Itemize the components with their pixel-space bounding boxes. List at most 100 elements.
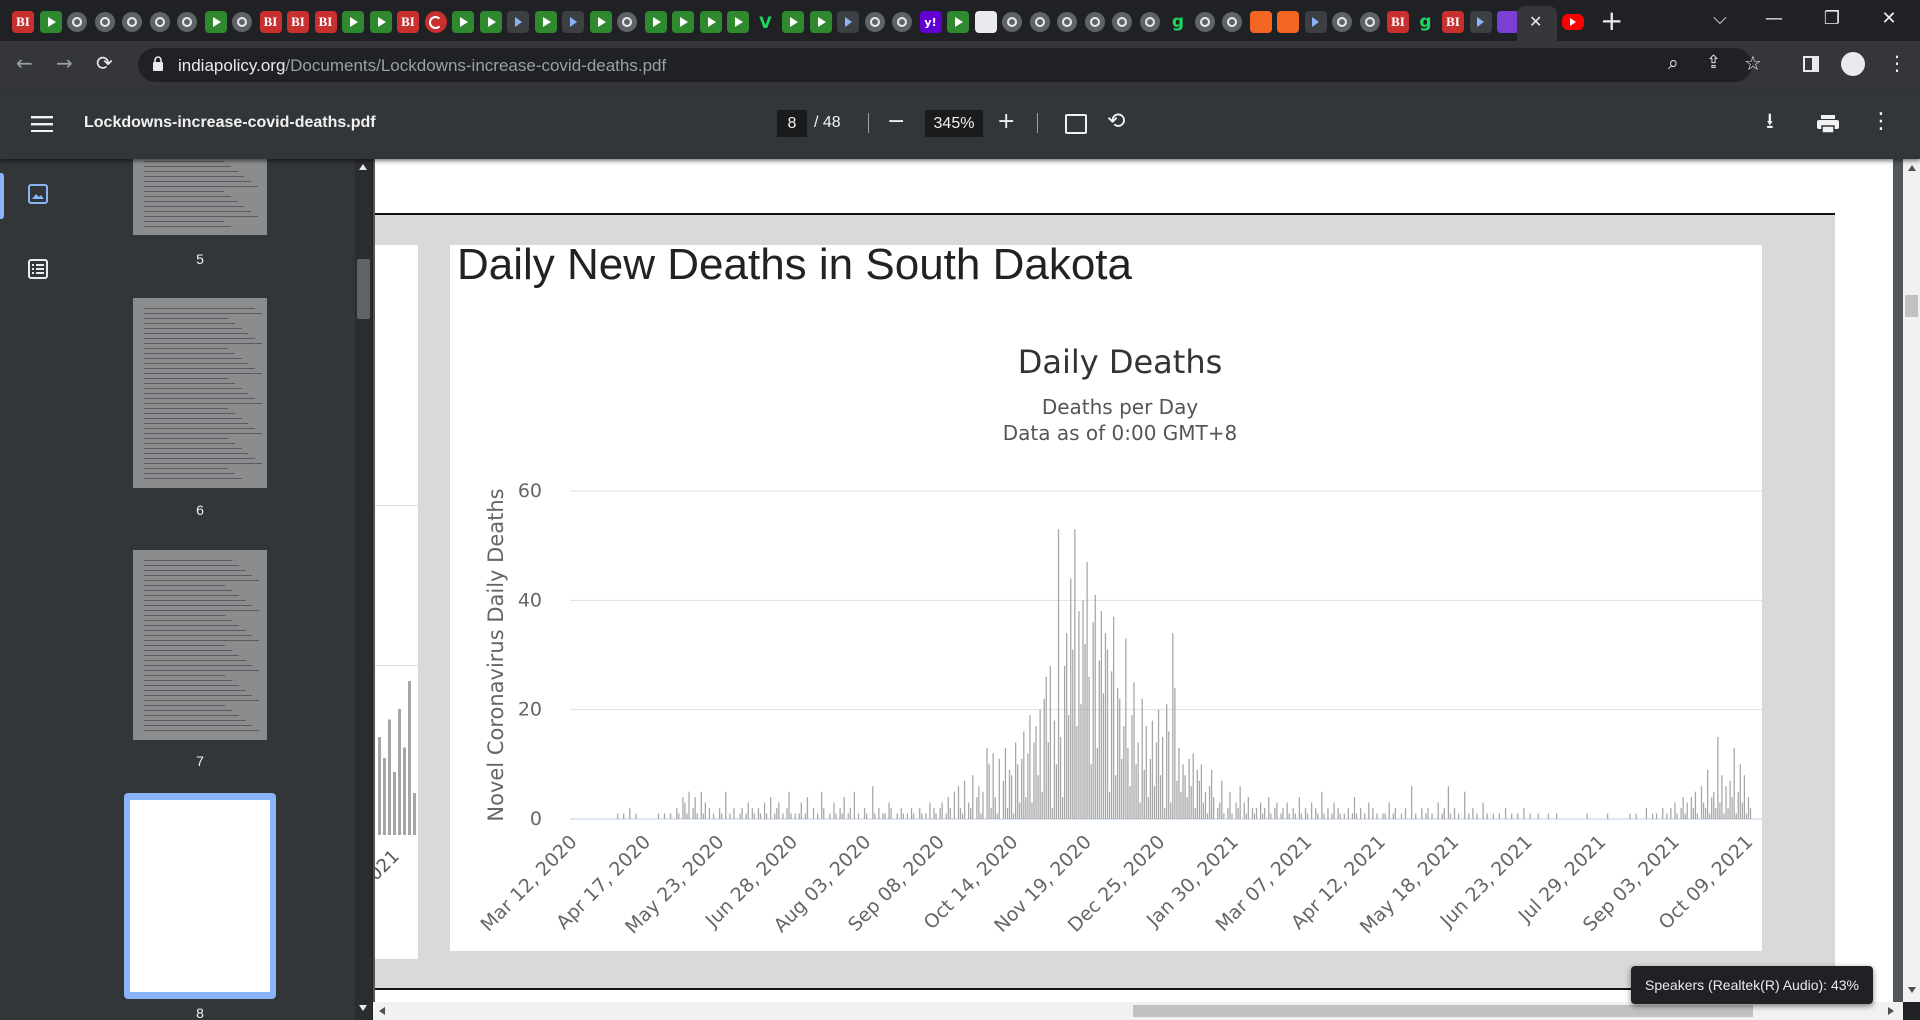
tab-favicon-bi-icon[interactable]: BI	[12, 11, 34, 33]
print-icon[interactable]	[1817, 115, 1839, 134]
tab-favicon-globe-icon[interactable]	[1359, 12, 1380, 32]
tab-search-icon[interactable]: ⌵	[1697, 0, 1743, 36]
minimize-button[interactable]: —	[1751, 0, 1797, 36]
pdf-viewer[interactable]: 021 Daily New Deaths in South Dakota Dai…	[373, 159, 1903, 1002]
tab-favicon-play-icon[interactable]	[644, 11, 667, 33]
bookmark-star-icon[interactable]: ☆	[1744, 53, 1762, 73]
download-icon[interactable]: ⭳	[1766, 111, 1774, 133]
tab-favicon-play-icon[interactable]	[204, 11, 227, 33]
active-tab[interactable]: ✕	[1517, 6, 1557, 41]
share-icon[interactable]: ⇪	[1706, 54, 1721, 72]
tab-favicon-play-icon[interactable]	[782, 11, 804, 33]
horizontal-scrollbar[interactable]	[373, 1002, 1903, 1020]
tab-favicon-play-icon[interactable]	[342, 11, 364, 33]
tab-favicon-yahoo-icon[interactable]: y!	[919, 11, 942, 33]
tab-favicon-bi-icon[interactable]: BI	[287, 11, 309, 33]
outline-tab-icon[interactable]	[28, 259, 52, 283]
tab-favicon-orange-icon[interactable]	[1277, 11, 1299, 33]
zoom-level-input[interactable]: 345%	[925, 110, 983, 137]
tab-favicon-green-icon[interactable]: g	[1415, 11, 1437, 33]
vertical-scrollbar[interactable]	[1903, 159, 1920, 1002]
tab-favicon-globe-icon[interactable]	[864, 12, 885, 32]
tab-favicon-globe-icon[interactable]	[1084, 12, 1105, 32]
tab-favicon-pearl-icon[interactable]	[974, 11, 997, 33]
tab-favicon-globe-icon[interactable]	[1029, 12, 1050, 32]
forward-icon[interactable]: →	[56, 53, 73, 73]
lock-icon[interactable]	[152, 55, 163, 71]
rotate-icon[interactable]: ⟲	[1107, 111, 1125, 133]
fit-to-page-icon[interactable]	[1065, 114, 1087, 134]
page-thumbnail[interactable]	[133, 550, 267, 740]
tab-favicon-dark-icon[interactable]	[1469, 11, 1492, 33]
tab-favicon-play-icon[interactable]	[809, 11, 832, 33]
tab-favicon-play-icon[interactable]	[947, 11, 969, 33]
restore-button[interactable]: ❐	[1809, 0, 1855, 36]
tab-favicon-globe-icon[interactable]	[1222, 12, 1242, 32]
selected-page-thumbnail[interactable]	[124, 793, 276, 999]
thumbnails-tab-icon[interactable]	[28, 184, 52, 208]
zoom-out-icon[interactable]: −	[887, 111, 905, 133]
tab-favicon-dark-icon[interactable]	[837, 11, 859, 33]
tab-favicon-play-icon[interactable]	[672, 11, 694, 33]
new-tab-button[interactable]: +	[1600, 4, 1623, 37]
tab-favicon-globe-icon[interactable]	[94, 12, 115, 32]
close-window-button[interactable]: ✕	[1866, 0, 1912, 36]
tab-favicon-globe-icon[interactable]	[1112, 12, 1132, 32]
tab-favicon-globe-icon[interactable]	[1002, 12, 1022, 32]
chart-bar	[1696, 813, 1699, 819]
tab-favicon-play-icon[interactable]	[699, 11, 722, 33]
youtube-tab-icon[interactable]	[1562, 14, 1584, 30]
close-tab-icon[interactable]: ✕	[1529, 12, 1542, 32]
address-bar[interactable]: indiapolicy.org/Documents/Lockdowns-incr…	[138, 48, 1762, 82]
tab-favicon-bi-icon[interactable]: BI	[314, 11, 337, 33]
url-text[interactable]: indiapolicy.org/Documents/Lockdowns-incr…	[178, 56, 666, 76]
zoom-in-icon[interactable]: +	[997, 111, 1015, 133]
tab-favicon-globe-icon[interactable]	[1057, 12, 1077, 32]
tab-favicon-play-icon[interactable]	[727, 11, 749, 33]
tab-favicon-v-icon[interactable]: V	[755, 11, 777, 33]
tab-favicon-dark-icon[interactable]	[1304, 11, 1327, 33]
tab-favicon-dark-icon[interactable]	[507, 11, 529, 33]
tab-favicon-globe-icon[interactable]	[1194, 12, 1215, 32]
tab-favicon-play-icon[interactable]	[589, 11, 612, 33]
tab-favicon-globe-icon[interactable]	[149, 12, 170, 32]
tab-favicon-orange-icon[interactable]	[1249, 11, 1272, 33]
page-thumbnail[interactable]	[133, 298, 267, 488]
profile-icon[interactable]	[1841, 52, 1865, 76]
tab-favicon-purple-icon[interactable]	[1497, 11, 1519, 33]
tab-favicon-play-icon[interactable]	[452, 11, 474, 33]
tab-favicon-globe-icon[interactable]	[892, 12, 912, 32]
horizontal-scroll-thumb[interactable]	[1133, 1005, 1753, 1017]
vertical-scroll-thumb[interactable]	[1905, 295, 1918, 317]
back-icon[interactable]: ←	[16, 53, 33, 73]
tab-favicon-green-icon[interactable]: g	[1167, 11, 1189, 33]
tab-favicon-globe-icon[interactable]	[1332, 12, 1352, 32]
tab-favicon-red-icon[interactable]	[424, 11, 447, 33]
tab-favicon-globe-icon[interactable]	[122, 12, 142, 32]
thumbnail-text-line	[143, 423, 249, 424]
tab-favicon-play-icon[interactable]	[39, 11, 62, 33]
tab-favicon-bi-icon[interactable]: BI	[397, 11, 419, 33]
tab-favicon-globe-icon[interactable]	[67, 12, 87, 32]
tab-favicon-bi-icon[interactable]: BI	[1387, 11, 1409, 33]
tab-favicon-play-icon[interactable]	[479, 11, 502, 33]
tab-favicon-play-icon[interactable]	[369, 11, 392, 33]
tab-favicon-globe-icon[interactable]	[232, 12, 252, 32]
tab-favicon-bi-icon[interactable]: BI	[259, 11, 282, 33]
sidebar-scroll-thumb[interactable]	[357, 259, 370, 319]
tab-favicon-play-icon[interactable]	[534, 11, 557, 33]
sidebar-scrollbar[interactable]	[355, 159, 372, 1020]
tab-favicon-globe-icon[interactable]	[617, 12, 637, 32]
more-actions-icon[interactable]: ⋮	[1870, 111, 1892, 133]
tab-favicon-globe-icon[interactable]	[177, 12, 197, 32]
reload-icon[interactable]: ⟳	[96, 53, 113, 73]
page-thumbnail[interactable]	[133, 159, 267, 235]
menu-kebab-icon[interactable]: ⋮	[1887, 53, 1907, 73]
tab-favicon-dark-icon[interactable]	[562, 11, 584, 33]
side-panel-icon[interactable]	[1803, 56, 1819, 72]
page-number-input[interactable]: 8	[777, 110, 807, 137]
menu-icon[interactable]	[31, 116, 53, 133]
zoom-icon[interactable]: ⌕	[1668, 54, 1679, 73]
tab-favicon-globe-icon[interactable]	[1139, 12, 1160, 32]
tab-favicon-bi-icon[interactable]: BI	[1442, 11, 1464, 33]
